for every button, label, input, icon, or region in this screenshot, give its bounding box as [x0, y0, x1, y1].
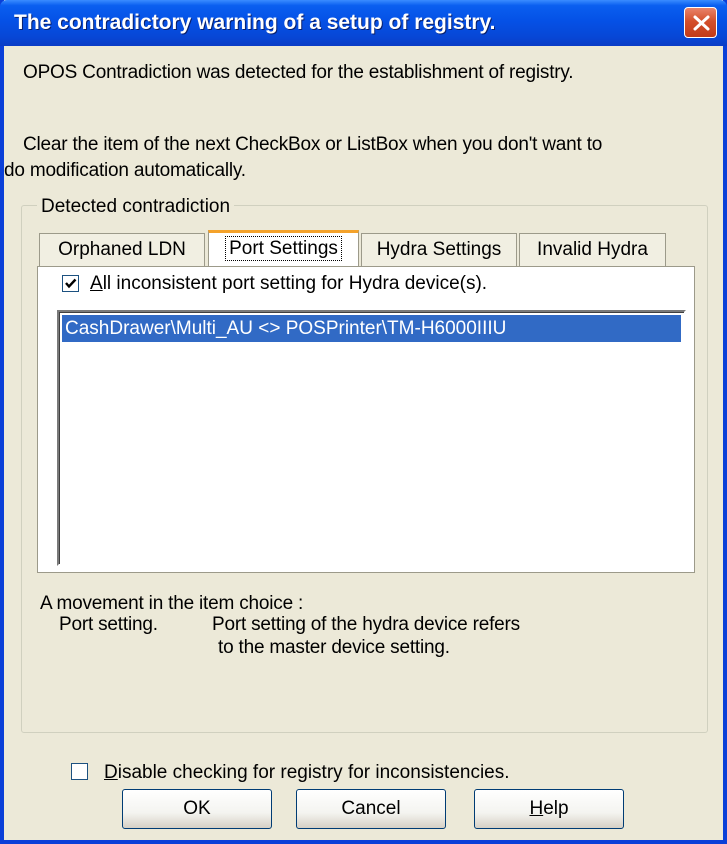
help-button[interactable]: Help [474, 789, 624, 829]
disable-checking-checkbox[interactable] [71, 763, 88, 780]
list-item[interactable]: CashDrawer\Multi_AU <> POSPrinter\TM-H60… [62, 315, 681, 342]
checkmark-icon [65, 278, 77, 289]
contradiction-listbox[interactable]: CashDrawer\Multi_AU <> POSPrinter\TM-H60… [57, 310, 686, 566]
disable-checking-label[interactable]: Disable checking for registry for incons… [104, 762, 510, 784]
window-title: The contradictory warning of a setup of … [14, 11, 496, 34]
help-mnemonic: H [529, 798, 544, 819]
tab-invalid-hydra-label: Invalid Hydra [537, 239, 648, 260]
all-inconsistent-label[interactable]: All inconsistent port setting for Hydra … [90, 273, 487, 295]
close-button[interactable] [684, 7, 717, 38]
message-line-3: do modification automatically. [4, 160, 246, 181]
movement-desc-line-2: to the master device setting. [218, 637, 450, 658]
tab-orphaned-ldn-label: Orphaned LDN [58, 239, 186, 260]
tab-port-settings-label: Port Settings [225, 236, 342, 261]
message-line-1: OPOS Contradiction was detected for the … [23, 62, 574, 83]
group-label: Detected contradiction [37, 196, 235, 218]
cancel-button[interactable]: Cancel [296, 789, 446, 829]
all-inconsistent-label-text: ll inconsistent port setting for Hydra d… [102, 273, 488, 294]
movement-item-name: Port setting. [59, 614, 158, 635]
close-icon [693, 15, 710, 31]
tab-hydra-settings-label: Hydra Settings [376, 239, 502, 260]
disable-checking-mnemonic: D [104, 762, 118, 783]
all-inconsistent-mnemonic: A [90, 273, 103, 294]
movement-heading: A movement in the item choice : [40, 593, 304, 614]
tab-port-settings[interactable]: Port Settings [208, 230, 359, 266]
help-label-text: elp [543, 798, 569, 819]
movement-desc-line-1: Port setting of the hydra device refers [212, 614, 520, 635]
disable-checking-label-text: isable checking for registry for inconsi… [117, 762, 510, 783]
tab-invalid-hydra[interactable]: Invalid Hydra [519, 233, 666, 266]
tab-hydra-settings[interactable]: Hydra Settings [361, 233, 517, 266]
ok-button[interactable]: OK [122, 789, 272, 829]
message-line-2: Clear the item of the next CheckBox or L… [23, 134, 603, 155]
tab-orphaned-ldn[interactable]: Orphaned LDN [39, 233, 205, 266]
title-bar[interactable]: The contradictory warning of a setup of … [0, 0, 727, 46]
all-inconsistent-checkbox[interactable] [62, 275, 79, 292]
